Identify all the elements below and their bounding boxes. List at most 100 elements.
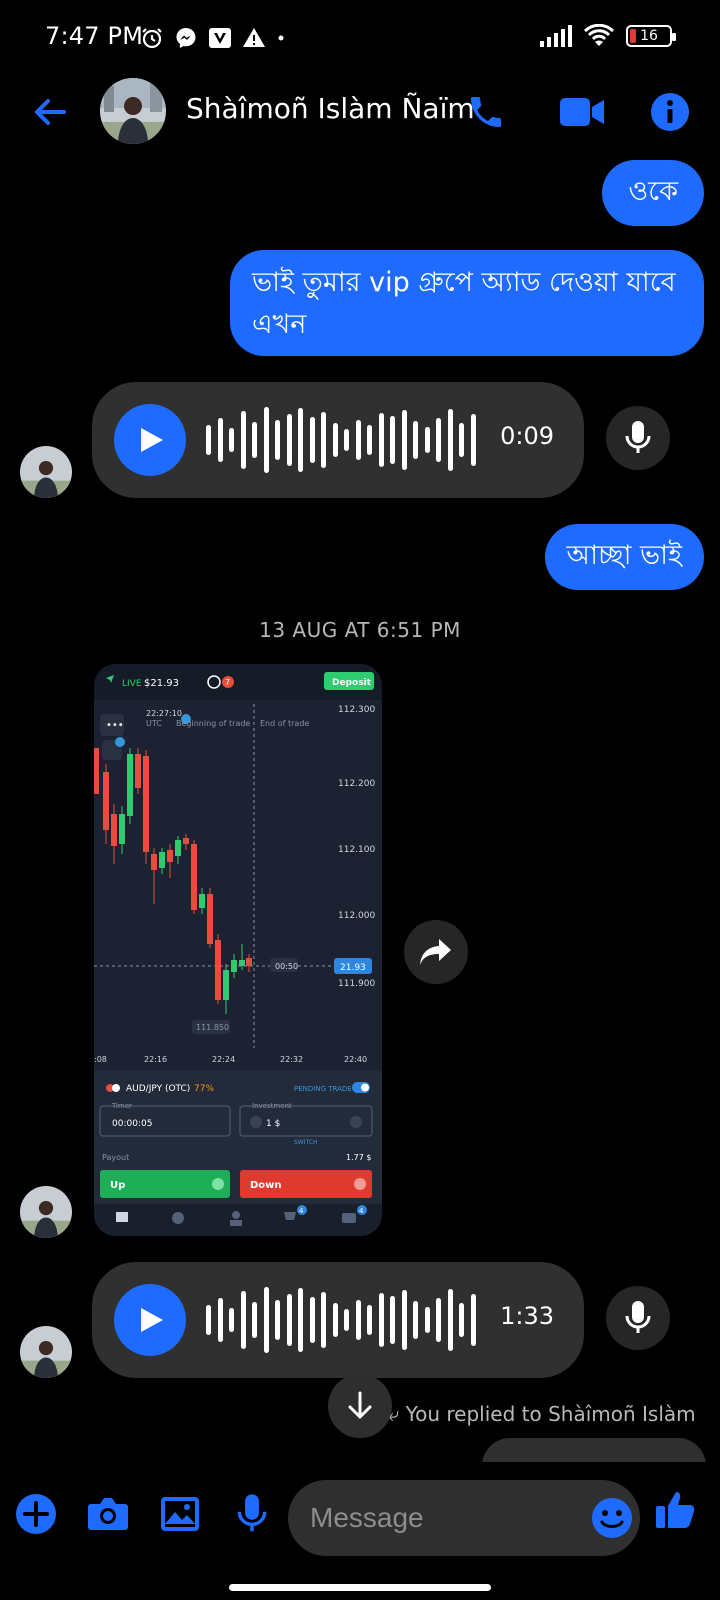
- voice-message: 0:09: [92, 382, 584, 498]
- deposit-button: Deposit: [332, 678, 372, 688]
- play-icon: [141, 428, 163, 452]
- beginning-label: Beginning of trade: [176, 719, 250, 728]
- video-camera-icon: [560, 98, 604, 126]
- phone-icon: [471, 97, 501, 127]
- plus-circle-icon: [16, 1494, 56, 1534]
- sender-avatar[interactable]: [20, 1326, 72, 1378]
- status-system-icons: 16: [540, 24, 676, 48]
- outgoing-message[interactable]: ভাই তুমার vip গ্রুপে অ্যাড দেওয়া যাবে এ…: [230, 250, 704, 356]
- dot-icon: [278, 35, 284, 41]
- battery-level: 16: [640, 28, 658, 44]
- v-app-icon: [209, 28, 231, 48]
- status-notification-icons: [140, 26, 286, 50]
- time-tick: 22:40: [344, 1055, 367, 1064]
- timer-label: Timer: [111, 1102, 132, 1110]
- share-arrow-icon: [420, 939, 451, 965]
- message-composer: [0, 1462, 720, 1572]
- status-time: 7:47 PM: [45, 22, 144, 50]
- like-button[interactable]: [654, 1488, 698, 1532]
- switch-label: SWITCH: [294, 1139, 318, 1146]
- arrow-down-icon: [348, 1391, 372, 1419]
- countdown: 00:50: [275, 962, 298, 971]
- info-icon: [651, 93, 689, 131]
- messenger-icon: [176, 28, 196, 48]
- price-tick: 111.900: [338, 979, 375, 989]
- timestamp: 13 AUG AT 6:51 PM: [259, 618, 461, 642]
- payout-percent: 77%: [194, 1084, 214, 1094]
- trade-time: 22:27:10: [146, 709, 182, 718]
- voice-record-button[interactable]: [230, 1492, 274, 1536]
- image-icon: [161, 1497, 199, 1531]
- info-button[interactable]: [646, 88, 694, 136]
- outgoing-message[interactable]: আচ্ছা ভাই: [544, 524, 704, 590]
- alarm-icon: [142, 28, 162, 49]
- microphone-icon: [625, 1301, 651, 1333]
- gallery-button[interactable]: [158, 1492, 202, 1536]
- price-tick: 112.200: [338, 779, 375, 789]
- camera-icon: [88, 1498, 128, 1530]
- down-button: Down: [250, 1180, 282, 1191]
- reply-note: ⤶ You replied to Shàîmoñ Islàm: [388, 1402, 696, 1426]
- reply-note-text: You replied to Shàîmoñ Islàm: [405, 1402, 696, 1426]
- voice-duration: 0:09: [500, 422, 554, 450]
- message-input[interactable]: [288, 1480, 640, 1556]
- contact-avatar[interactable]: [100, 78, 166, 144]
- pending-trade: PENDING TRADE: [294, 1085, 352, 1093]
- transcribe-button[interactable]: [606, 1286, 670, 1350]
- status-bar: 7:47 PM 16: [0, 0, 720, 78]
- voice-message: 1:33: [92, 1262, 584, 1378]
- transcribe-button[interactable]: [606, 406, 670, 470]
- waveform[interactable]: [206, 382, 476, 498]
- home-indicator: [229, 1584, 491, 1591]
- sender-avatar[interactable]: [20, 1186, 72, 1238]
- play-icon: [141, 1308, 163, 1332]
- emoji-icon[interactable]: [590, 1496, 634, 1540]
- play-button[interactable]: [114, 404, 186, 476]
- tab-badge: 4: [359, 1207, 364, 1215]
- balance: $21.93: [144, 678, 179, 689]
- investment-label: Investment: [252, 1102, 292, 1110]
- voice-call-button[interactable]: [462, 88, 510, 136]
- contact-name[interactable]: Shàîmoñ Islàm Ñaïm: [186, 92, 475, 125]
- current-price: 21.93: [340, 963, 366, 973]
- outgoing-message[interactable]: ওকে: [602, 160, 704, 226]
- play-button[interactable]: [114, 1284, 186, 1356]
- utc-label: UTC: [146, 719, 162, 728]
- back-arrow-icon[interactable]: [30, 92, 70, 132]
- signal-icon: [540, 25, 572, 47]
- thumbs-up-icon: [656, 1492, 695, 1528]
- time-tick: 22:32: [280, 1055, 303, 1064]
- scroll-to-bottom-button[interactable]: [328, 1374, 392, 1438]
- low-label: 111.850: [196, 1023, 229, 1032]
- video-call-button[interactable]: [558, 88, 606, 136]
- chat-header: Shàîmoñ Islàm Ñaïm: [0, 78, 720, 166]
- warning-icon: [243, 28, 265, 47]
- time-tick: :08: [94, 1055, 107, 1064]
- waveform[interactable]: [206, 1262, 476, 1378]
- tab-badge: 4: [299, 1207, 304, 1215]
- investment-value: 1 $: [266, 1119, 280, 1129]
- svg-text:•••: •••: [106, 720, 124, 731]
- voice-duration: 1:33: [500, 1302, 554, 1330]
- share-button[interactable]: [404, 920, 468, 984]
- price-tick: 112.100: [338, 845, 375, 855]
- payout-label: Payout: [102, 1153, 129, 1162]
- microphone-icon: [625, 421, 651, 453]
- image-attachment[interactable]: LIVE $21.93 7 Deposit ••• 22:27:10 UTC B…: [94, 664, 382, 1236]
- add-button[interactable]: [14, 1492, 58, 1536]
- price-tick: 112.000: [338, 911, 375, 921]
- end-label: End of trade: [260, 719, 309, 728]
- sender-avatar[interactable]: [20, 446, 72, 498]
- up-button: Up: [110, 1180, 125, 1191]
- notification-count: 7: [225, 678, 230, 687]
- payout-value: 1.77 $: [346, 1153, 371, 1162]
- microphone-icon: [237, 1494, 267, 1532]
- wifi-icon: [584, 24, 614, 46]
- time-tick: 22:16: [144, 1055, 167, 1064]
- live-label: LIVE: [122, 679, 142, 689]
- time-tick: 22:24: [212, 1055, 235, 1064]
- timer-value: 00:00:05: [112, 1119, 152, 1129]
- pair-label: AUD/JPY (OTC): [126, 1084, 190, 1094]
- battery-icon: 16: [626, 25, 676, 47]
- camera-button[interactable]: [86, 1492, 130, 1536]
